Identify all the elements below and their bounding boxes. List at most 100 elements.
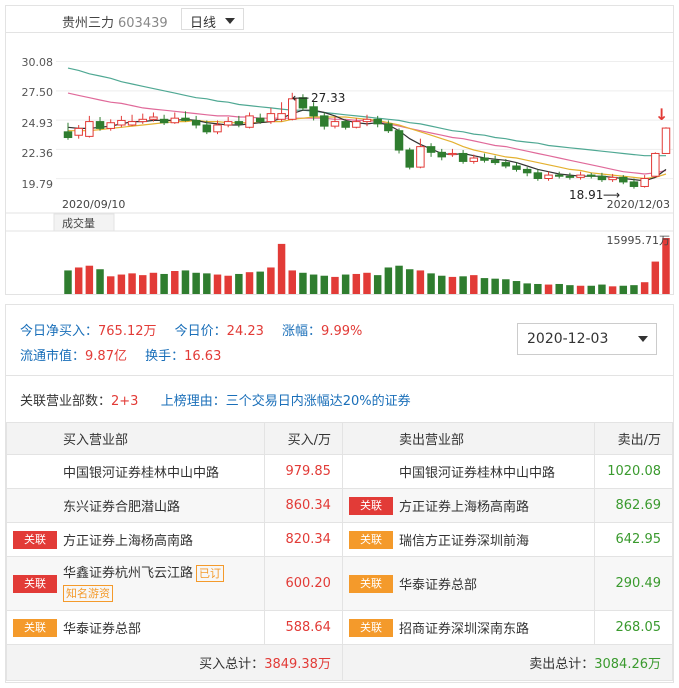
volume-bar xyxy=(299,272,307,294)
candle xyxy=(554,171,564,179)
candle-body xyxy=(320,115,329,127)
candle-body xyxy=(608,176,617,181)
candle xyxy=(426,143,436,157)
candle-body xyxy=(490,159,500,164)
candle-body xyxy=(416,146,425,168)
buy-amount: 588.64 xyxy=(263,610,343,645)
volume-bar xyxy=(480,278,489,294)
sell-dept-cell[interactable]: 中国银河证券桂林中山中路 xyxy=(341,454,596,489)
volume-bar xyxy=(373,275,382,294)
buy-dept-name[interactable]: 华鑫证券杭州飞云江路 xyxy=(63,566,193,581)
chart-header: 贵州三力 603439 日线 xyxy=(6,6,673,33)
related-badge[interactable]: 关联 xyxy=(348,530,393,549)
buy-amt-header: 买入/万 xyxy=(263,422,343,455)
buy-dept-cell[interactable]: 关联 华泰证券总部 xyxy=(6,610,265,645)
buy-dept-cell[interactable]: 东兴证券合肥潜山路 xyxy=(6,488,265,523)
candle-body xyxy=(629,181,639,187)
volume-bar xyxy=(128,273,136,294)
buy-total-value: 3849.38万 xyxy=(264,657,331,672)
candle-body xyxy=(576,174,585,178)
volume-bar xyxy=(139,275,147,294)
candle-body xyxy=(266,113,276,123)
volume-bar xyxy=(149,272,158,294)
candle-body xyxy=(458,152,468,162)
candle xyxy=(170,112,180,124)
candle-body xyxy=(544,174,553,180)
famous-trader-tag[interactable]: 知名游资 xyxy=(63,584,113,602)
volume-bar xyxy=(309,274,318,294)
candlestick-chart: 30.08 27.50 24.93 22.36 19.79 2020/09/10… xyxy=(6,56,673,294)
candle-body xyxy=(619,176,628,183)
candle xyxy=(138,113,147,124)
volume-bar xyxy=(544,284,553,294)
buy-dept-name[interactable]: 东兴证券合肥潜山路 xyxy=(63,500,180,515)
buy-dept-cell[interactable]: 关联 华鑫证券杭州飞云江路 已订 知名游资 xyxy=(6,556,265,611)
candle xyxy=(544,171,553,181)
volume-bar xyxy=(352,273,361,294)
volume-bar xyxy=(203,273,211,294)
dept-count-label: 关联营业部数： xyxy=(20,394,112,409)
sell-dept-cell[interactable]: 关联 华泰证券总部 xyxy=(341,556,596,611)
period-dropdown[interactable]: 日线 xyxy=(181,8,244,31)
sell-dept-name[interactable]: 中国银河证券桂林中山中路 xyxy=(399,466,555,481)
volume-bar xyxy=(448,276,457,294)
candle-body xyxy=(149,116,158,120)
candle-body xyxy=(202,124,212,133)
related-badge[interactable]: 关联 xyxy=(13,618,57,637)
table-row: 中国银河证券桂林中山中路 979.85 中国银河证券桂林中山中路 1020.08 xyxy=(6,454,673,489)
candle xyxy=(437,148,446,161)
date-start-label: 2020/09/10 xyxy=(62,198,125,211)
candle-body xyxy=(640,178,649,187)
candle-body xyxy=(277,113,286,120)
buy-dept-name[interactable]: 中国银河证券桂林中山中路 xyxy=(63,466,219,481)
sell-dept-name[interactable]: 华泰证券总部 xyxy=(399,578,477,593)
reason-label: 上榜理由： xyxy=(160,394,226,409)
volume-bar xyxy=(566,285,574,294)
related-badge[interactable]: 关联 xyxy=(348,496,393,515)
sell-amt-header: 卖出/万 xyxy=(594,422,673,455)
sell-dept-name[interactable]: 瑞信方正证券深圳前海 xyxy=(399,534,529,549)
candle xyxy=(85,115,94,138)
candle-body xyxy=(159,118,169,124)
volume-bar xyxy=(171,271,179,294)
kline-panel: 贵州三力 603439 日线 30.08 27.50 24.93 22.36 19… xyxy=(5,5,674,295)
volume-bar xyxy=(341,274,350,294)
buy-amount: 979.85 xyxy=(263,454,343,489)
related-badge[interactable]: 关联 xyxy=(13,574,57,593)
volume-bar xyxy=(555,283,563,294)
sell-dept-name[interactable]: 方正证券上海杨高南路 xyxy=(399,500,529,515)
buy-dept-cell[interactable]: 关联 方正证券上海杨高南路 xyxy=(6,522,265,557)
volume-bar xyxy=(405,269,414,294)
volume-bar xyxy=(384,267,393,294)
candle-body xyxy=(234,121,244,125)
sell-dept-cell[interactable]: 关联 方正证券上海杨高南路 xyxy=(341,488,596,523)
volume-bar xyxy=(74,267,83,294)
candle xyxy=(266,107,276,124)
buy-dept-name[interactable]: 方正证券上海杨高南路 xyxy=(63,534,193,549)
period-value: 日线 xyxy=(190,16,217,31)
buy-dept-name[interactable]: 华泰证券总部 xyxy=(63,622,141,637)
candle-body xyxy=(533,172,543,180)
sell-amount: 290.49 xyxy=(594,556,673,611)
volume-bar xyxy=(320,275,329,294)
candle-body xyxy=(95,121,105,129)
candle-body xyxy=(426,146,436,153)
candle-body xyxy=(117,119,126,126)
turnover-label: 换手： xyxy=(145,349,185,364)
related-badge[interactable]: 关联 xyxy=(13,530,57,549)
sell-dept-cell[interactable]: 关联 瑞信方正证券深圳前海 xyxy=(341,522,596,557)
candle xyxy=(245,112,254,129)
candle-body xyxy=(106,122,115,129)
buy-dept-cell[interactable]: 中国银河证券桂林中山中路 xyxy=(6,454,265,489)
volume-max-label: 15995.71万 xyxy=(607,234,671,247)
sell-dept-name[interactable]: 招商证券深圳深南东路 xyxy=(399,622,529,637)
high-price-label: 27.33 xyxy=(311,91,345,105)
subscribed-tag[interactable]: 已订 xyxy=(196,564,225,582)
candle-body xyxy=(213,124,222,133)
market-cap-label: 流通市值： xyxy=(20,349,86,364)
buy-amount: 820.34 xyxy=(263,522,343,557)
sell-dept-cell[interactable]: 关联 招商证券深圳深南东路 xyxy=(341,610,596,645)
related-badge[interactable]: 关联 xyxy=(348,574,393,593)
date-dropdown[interactable]: 2020-12-03 xyxy=(517,323,657,355)
related-badge[interactable]: 关联 xyxy=(348,618,393,637)
